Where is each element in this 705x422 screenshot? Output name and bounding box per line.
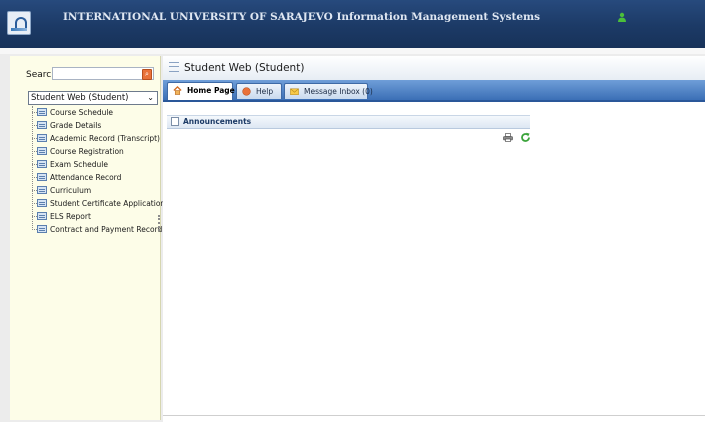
tab-label: Message Inbox (0) xyxy=(304,87,373,96)
sidebar-item-contract-payment[interactable]: Contract and Payment Record xyxy=(32,223,165,236)
tab-label: Home Page xyxy=(187,86,235,95)
envelope-icon xyxy=(290,88,299,95)
sidebar-item-els-report[interactable]: ELS Report xyxy=(32,210,165,223)
document-icon xyxy=(37,108,47,116)
sidebar-item-curriculum[interactable]: Curriculum xyxy=(32,184,165,197)
document-icon xyxy=(171,117,179,126)
document-icon xyxy=(37,225,47,233)
sidebar-item-label: Curriculum xyxy=(50,186,92,195)
sidebar-item-grade-details[interactable]: Grade Details xyxy=(32,119,165,132)
sidebar-item-label: ELS Report xyxy=(50,212,91,221)
sidebar-item-certificate-application[interactable]: Student Certificate Application xyxy=(32,197,165,210)
home-icon xyxy=(173,86,182,95)
tab-message-inbox[interactable]: Message Inbox (0) xyxy=(284,83,373,99)
document-icon xyxy=(37,121,47,129)
main-panel: Student Web (Student) Home Page Help Mes… xyxy=(163,56,705,422)
sidebar-item-course-registration[interactable]: Course Registration xyxy=(32,145,165,158)
document-icon xyxy=(37,199,47,207)
announcements-title: Announcements xyxy=(183,117,252,126)
tab-bar: Home Page Help Message Inbox (0) xyxy=(163,80,705,102)
tab-label: Help xyxy=(256,87,274,96)
document-icon xyxy=(37,134,47,142)
sidebar-menu: Course Schedule Grade Details Academic R… xyxy=(32,106,165,236)
tab-help[interactable]: Help xyxy=(236,83,282,99)
sidebar-item-label: Exam Schedule xyxy=(50,160,108,169)
printer-icon[interactable] xyxy=(503,133,513,142)
sidebar-splitter-handle[interactable] xyxy=(158,215,162,231)
sidebar-item-label: Attendance Record xyxy=(50,173,122,182)
header-separator xyxy=(0,48,705,54)
document-icon xyxy=(37,186,47,194)
app-title: INTERNATIONAL UNIVERSITY OF SARAJEVO Inf… xyxy=(63,11,541,23)
document-icon xyxy=(37,173,47,181)
university-logo[interactable] xyxy=(7,11,31,35)
sidebar-item-exam-schedule[interactable]: Exam Schedule xyxy=(32,158,165,171)
module-select-value: Student Web (Student) xyxy=(31,93,129,103)
sidebar-item-course-schedule[interactable]: Course Schedule xyxy=(32,106,165,119)
sidebar-item-label: Contract and Payment Record xyxy=(50,225,163,234)
logo-mark xyxy=(15,17,27,28)
sidebar-item-academic-record[interactable]: Academic Record (Transcript) xyxy=(32,132,165,145)
sidebar-item-label: Course Registration xyxy=(50,147,124,156)
tab-home-page[interactable]: Home Page xyxy=(167,82,235,100)
document-icon xyxy=(37,147,47,155)
refresh-icon[interactable] xyxy=(520,132,531,143)
search-input[interactable] xyxy=(52,67,154,80)
menu-icon[interactable] xyxy=(169,62,179,72)
help-icon xyxy=(242,87,251,96)
document-icon xyxy=(37,212,47,220)
user-icon[interactable] xyxy=(617,12,627,22)
search-button[interactable]: ⌕ xyxy=(142,69,152,80)
module-select[interactable]: Student Web (Student) ⌄ xyxy=(28,91,158,105)
sidebar-item-label: Student Certificate Application xyxy=(50,199,166,208)
main-header: Student Web (Student) xyxy=(163,56,705,80)
top-header: INTERNATIONAL UNIVERSITY OF SARAJEVO Inf… xyxy=(0,0,705,48)
footer-divider xyxy=(163,415,705,416)
sidebar-item-label: Course Schedule xyxy=(50,108,114,117)
sidebar-item-label: Grade Details xyxy=(50,121,102,130)
document-icon xyxy=(37,160,47,168)
sidebar-item-label: Academic Record (Transcript) xyxy=(50,134,160,143)
search-icon: ⌕ xyxy=(145,70,149,78)
logo-band xyxy=(11,28,27,31)
sidebar-item-attendance-record[interactable]: Attendance Record xyxy=(32,171,165,184)
chevron-down-icon: ⌄ xyxy=(147,93,154,102)
sidebar: Search: ⌕ Student Web (Student) ⌄ Course… xyxy=(10,56,165,420)
announcements-panel-header[interactable]: Announcements xyxy=(167,115,530,129)
page-title: Student Web (Student) xyxy=(184,62,305,74)
